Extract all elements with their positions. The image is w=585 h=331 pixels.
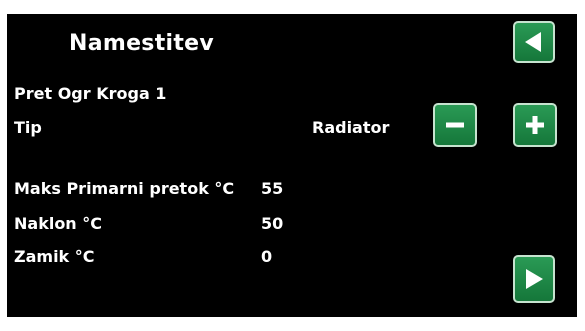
minus-icon [446, 122, 464, 128]
next-button[interactable] [513, 255, 555, 303]
next-triangle-icon [526, 269, 543, 289]
back-button[interactable] [513, 21, 555, 63]
max-primary-flow-label: Maks Primarni pretok °C [14, 179, 235, 198]
offset-value: 0 [261, 247, 273, 266]
page-title: Namestitev [69, 31, 215, 56]
slope-label: Naklon °C [14, 214, 103, 233]
type-value: Radiator [312, 118, 390, 137]
max-primary-flow-value: 55 [261, 179, 284, 198]
increase-button[interactable] [513, 103, 557, 147]
back-triangle-icon [525, 32, 541, 52]
type-label: Tip [14, 118, 42, 137]
circuit-name-label: Pret Ogr Kroga 1 [14, 84, 167, 103]
plus-icon [526, 116, 544, 134]
slope-value: 50 [261, 214, 284, 233]
offset-label: Zamik °C [14, 247, 95, 266]
decrease-button[interactable] [433, 103, 477, 147]
control-panel-screen: Namestitev Pret Ogr Kroga 1 Tip Radiator… [7, 14, 577, 317]
